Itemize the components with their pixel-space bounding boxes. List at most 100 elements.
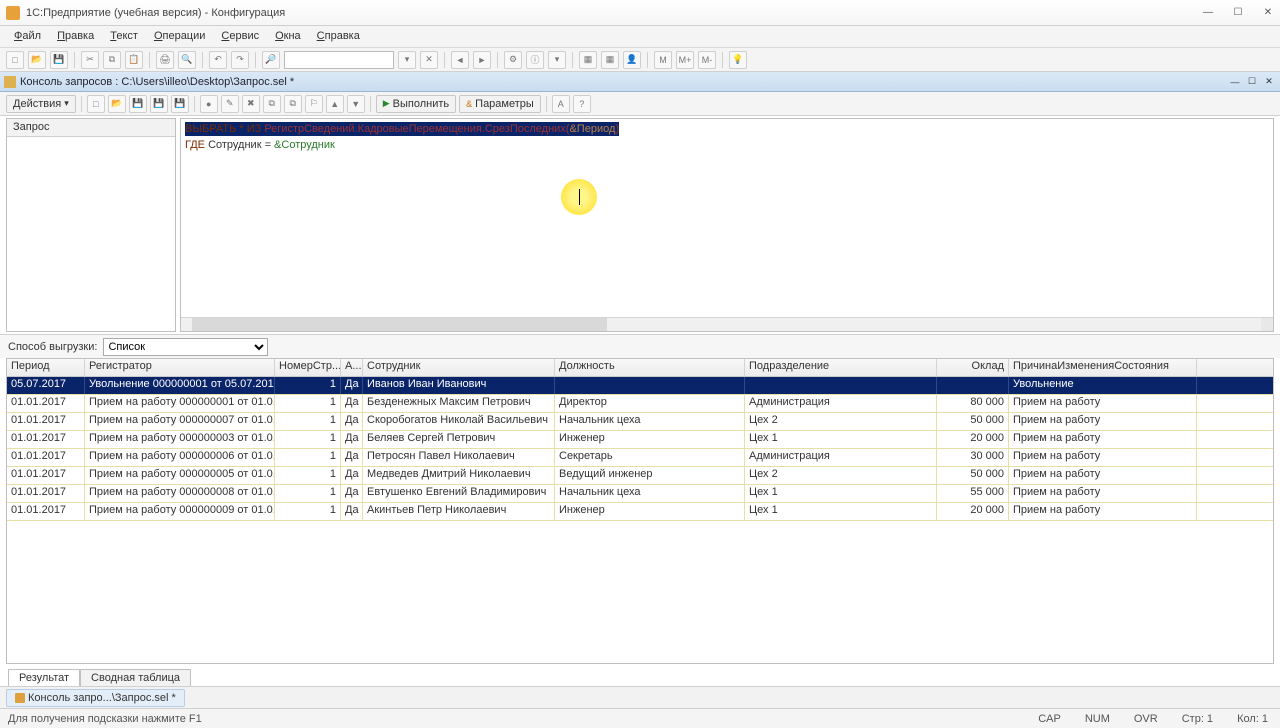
save-icon[interactable]: 💾 xyxy=(50,51,68,69)
params-button[interactable]: &Параметры xyxy=(459,95,541,113)
help-icon[interactable]: ? xyxy=(573,95,591,113)
task-button[interactable]: Консоль запро...\Запрос.sel * xyxy=(6,689,185,707)
wizard-icon[interactable]: ⚐ xyxy=(305,95,323,113)
actions-button[interactable]: Действия▾ xyxy=(6,95,76,113)
output-mode-select[interactable]: Список xyxy=(103,338,268,356)
saveas-icon[interactable]: 💾 xyxy=(150,95,168,113)
info-icon[interactable]: ⓘ xyxy=(526,51,544,69)
table-row[interactable]: 01.01.2017Прием на работу 000000005 от 0… xyxy=(7,467,1273,485)
config-icon[interactable]: ⚙ xyxy=(504,51,522,69)
results-grid[interactable]: Период Регистратор НомерСтр... А... Сотр… xyxy=(6,358,1274,664)
table-row[interactable]: 01.01.2017Прием на работу 000000003 от 0… xyxy=(7,431,1273,449)
print-icon[interactable]: 🖨 xyxy=(156,51,174,69)
output-bar: Способ выгрузки: Список xyxy=(0,334,1280,358)
clear-icon[interactable]: ✕ xyxy=(420,51,438,69)
down-icon[interactable]: ▼ xyxy=(347,95,365,113)
titlebar: 1С:Предприятие (учебная версия) - Конфиг… xyxy=(0,0,1280,26)
status-cap: CAP xyxy=(1034,713,1065,725)
minimize-button[interactable]: — xyxy=(1202,7,1214,19)
mplus-icon[interactable]: M+ xyxy=(676,51,694,69)
table-row[interactable]: 01.01.2017Прием на работу 000000001 от 0… xyxy=(7,395,1273,413)
nav-fwd-icon[interactable]: ► xyxy=(473,51,491,69)
app-logo xyxy=(6,6,20,20)
col-registrar[interactable]: Регистратор xyxy=(85,359,275,376)
calendar-icon[interactable]: ▦ xyxy=(601,51,619,69)
maximize-button[interactable]: ☐ xyxy=(1232,7,1244,19)
content-area: Запрос ВЫБРАТЬ * ИЗ РегистрСведений.Кадр… xyxy=(0,116,1280,334)
menu-service[interactable]: Сервис xyxy=(215,28,265,45)
dropdown2-icon[interactable]: ▾ xyxy=(548,51,566,69)
table-row[interactable]: 01.01.2017Прием на работу 000000008 от 0… xyxy=(7,485,1273,503)
menu-windows[interactable]: Окна xyxy=(269,28,307,45)
col-position[interactable]: Должность xyxy=(555,359,745,376)
redo-icon[interactable]: ↷ xyxy=(231,51,249,69)
result-tabs: Результат Сводная таблица xyxy=(0,664,1280,686)
tab-pivot[interactable]: Сводная таблица xyxy=(80,669,191,686)
edit-icon[interactable]: ✎ xyxy=(221,95,239,113)
search-input[interactable] xyxy=(284,51,394,69)
col-reason[interactable]: ПричинаИзмененияСостояния xyxy=(1009,359,1197,376)
copy-icon[interactable]: ⧉ xyxy=(103,51,121,69)
menu-file[interactable]: Файл xyxy=(8,28,47,45)
window-title: 1С:Предприятие (учебная версия) - Конфиг… xyxy=(26,7,1202,19)
copy-q-icon[interactable]: ⧉ xyxy=(263,95,281,113)
menu-edit[interactable]: Правка xyxy=(51,28,100,45)
delete-icon[interactable]: ✖ xyxy=(242,95,260,113)
menubar: Файл Правка Текст Операции Сервис Окна С… xyxy=(0,26,1280,48)
paste-icon[interactable]: 📋 xyxy=(125,51,143,69)
menu-operations[interactable]: Операции xyxy=(148,28,211,45)
query-tree[interactable]: Запрос xyxy=(6,118,176,332)
nav-back-icon[interactable]: ◄ xyxy=(451,51,469,69)
table-row[interactable]: 05.07.2017Увольнение 000000001 от 05.07.… xyxy=(7,377,1273,395)
editor-keyword: ВЫБРАТЬ * ИЗ xyxy=(185,123,261,135)
undo-icon[interactable]: ↶ xyxy=(209,51,227,69)
doc-minimize-button[interactable]: — xyxy=(1228,75,1242,89)
editor-register: РегистрСведений.КадровыеПеремещения.Срез… xyxy=(261,123,569,135)
col-salary[interactable]: Оклад xyxy=(937,359,1009,376)
open-query-icon[interactable]: 📂 xyxy=(108,95,126,113)
editor-param: &Период xyxy=(569,123,615,135)
col-employee[interactable]: Сотрудник xyxy=(363,359,555,376)
doc-close-button[interactable]: ✕ xyxy=(1262,75,1276,89)
table-row[interactable]: 01.01.2017Прием на работу 000000009 от 0… xyxy=(7,503,1273,521)
status-num: NUM xyxy=(1081,713,1114,725)
status-col: Кол: 1 xyxy=(1233,713,1272,725)
taskbar: Консоль запро...\Запрос.sel * xyxy=(0,686,1280,708)
saveall-icon[interactable]: 💾 xyxy=(171,95,189,113)
new-query-icon[interactable]: □ xyxy=(87,95,105,113)
dropdown-icon[interactable]: ▾ xyxy=(398,51,416,69)
find-icon[interactable]: 🔎 xyxy=(262,51,280,69)
query-editor[interactable]: ВЫБРАТЬ * ИЗ РегистрСведений.КадровыеПер… xyxy=(180,118,1274,332)
menu-text[interactable]: Текст xyxy=(104,28,144,45)
tab-result[interactable]: Результат xyxy=(8,669,80,686)
col-period[interactable]: Период xyxy=(7,359,85,376)
user-icon[interactable]: 👤 xyxy=(623,51,641,69)
table-row[interactable]: 01.01.2017Прием на работу 000000007 от 0… xyxy=(7,413,1273,431)
dot-icon[interactable]: ● xyxy=(200,95,218,113)
preview-icon[interactable]: 🔍 xyxy=(178,51,196,69)
save-query-icon[interactable]: 💾 xyxy=(129,95,147,113)
table-row[interactable]: 01.01.2017Прием на работу 000000006 от 0… xyxy=(7,449,1273,467)
grid-header: Период Регистратор НомерСтр... А... Сотр… xyxy=(7,359,1273,377)
m-icon[interactable]: M xyxy=(654,51,672,69)
run-button[interactable]: ▶Выполнить xyxy=(376,95,456,113)
doc-maximize-button[interactable]: ☐ xyxy=(1245,75,1259,89)
bulb-icon[interactable]: 💡 xyxy=(729,51,747,69)
up-icon[interactable]: ▲ xyxy=(326,95,344,113)
format-icon[interactable]: A xyxy=(552,95,570,113)
grid-body[interactable]: 05.07.2017Увольнение 000000001 от 05.07.… xyxy=(7,377,1273,521)
col-department[interactable]: Подразделение xyxy=(745,359,937,376)
editor-scrollbar[interactable] xyxy=(181,317,1273,331)
cut-icon[interactable]: ✂ xyxy=(81,51,99,69)
new-doc-icon[interactable]: □ xyxy=(6,51,24,69)
col-rownum[interactable]: НомерСтр... xyxy=(275,359,341,376)
close-button[interactable]: ✕ xyxy=(1262,7,1274,19)
col-active[interactable]: А... xyxy=(341,359,363,376)
open-icon[interactable]: 📂 xyxy=(28,51,46,69)
calc-icon[interactable]: ▦ xyxy=(579,51,597,69)
output-label: Способ выгрузки: xyxy=(8,341,97,353)
paste-q-icon[interactable]: ⧉ xyxy=(284,95,302,113)
mminus-icon[interactable]: M- xyxy=(698,51,716,69)
doc-title: Консоль запросов : C:\Users\illeo\Deskto… xyxy=(20,76,1228,88)
menu-help[interactable]: Справка xyxy=(311,28,366,45)
